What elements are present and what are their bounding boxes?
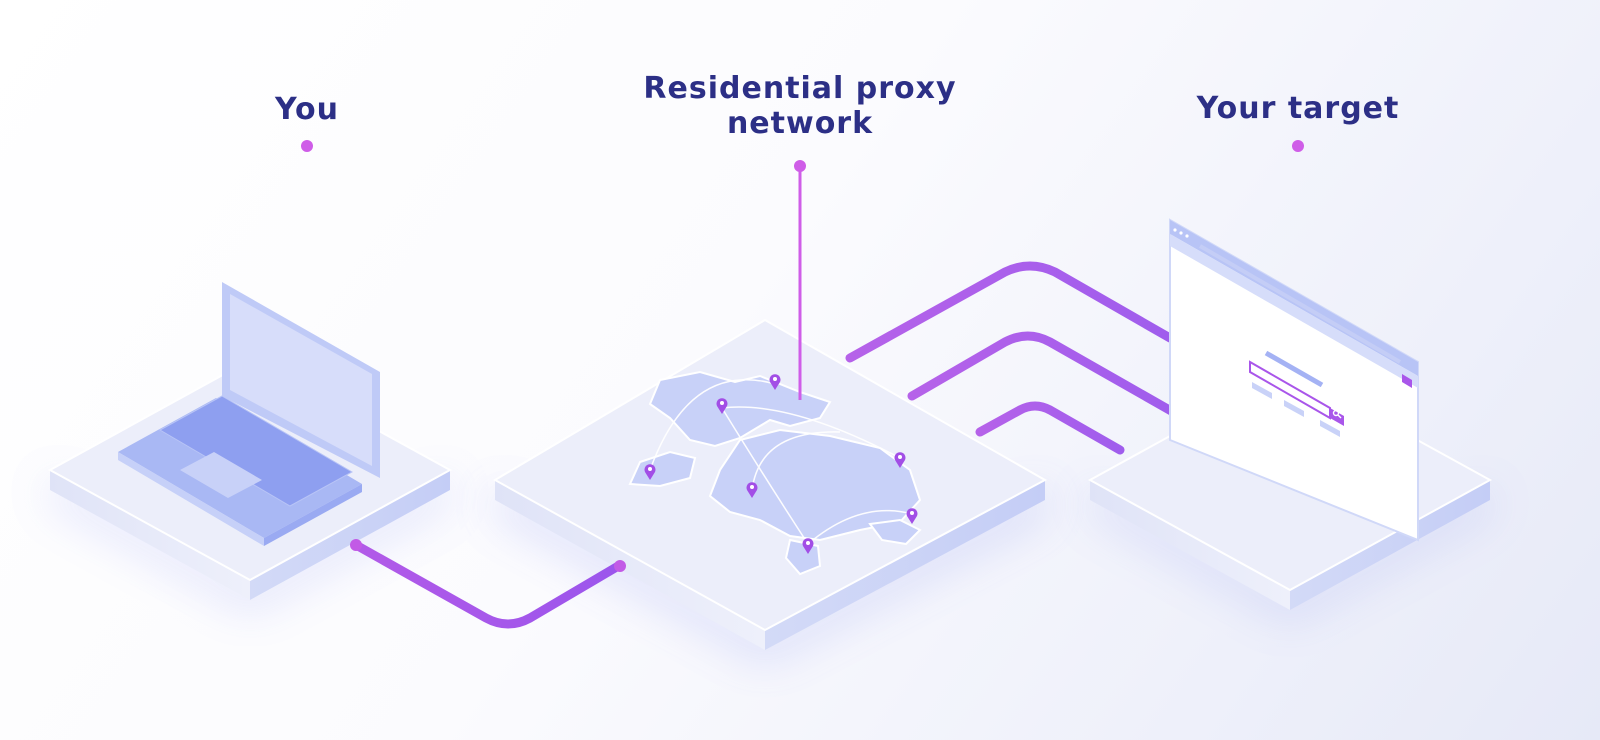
label-network-line1: Residential proxy <box>643 71 957 106</box>
label-network-line2: network <box>726 106 874 141</box>
label-you-text: You <box>275 92 339 127</box>
label-your-target: Your target <box>1130 91 1466 126</box>
label-you: You <box>207 92 407 127</box>
connector-endpoint <box>614 560 626 572</box>
label-residential-proxy-network: Residential proxy network <box>600 71 1000 141</box>
label-target-text: Your target <box>1196 91 1400 126</box>
label-pin-you <box>301 140 313 300</box>
label-pin-target <box>1292 140 1304 268</box>
connector-endpoint <box>350 539 362 551</box>
